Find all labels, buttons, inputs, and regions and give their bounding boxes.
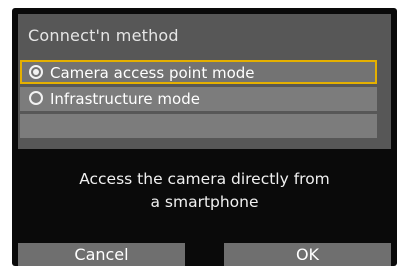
radio-unselected-icon <box>29 91 43 105</box>
option-camera-access-point-mode[interactable]: Camera access point mode <box>20 60 377 84</box>
option-empty-slot <box>20 114 377 138</box>
description-line-2: a smartphone <box>150 193 259 211</box>
option-infrastructure-mode[interactable]: Infrastructure mode <box>20 87 377 111</box>
radio-selected-icon <box>29 65 43 79</box>
option-label: Infrastructure mode <box>50 90 200 108</box>
option-label: Camera access point mode <box>50 64 255 82</box>
cancel-button[interactable]: Cancel <box>18 243 185 266</box>
ok-button[interactable]: OK <box>224 243 391 266</box>
camera-menu-screen: Connect'n method Camera access point mod… <box>12 8 397 266</box>
mode-description: Access the camera directly from a smartp… <box>32 168 377 214</box>
dialog-title: Connect'n method <box>28 26 179 45</box>
description-line-1: Access the camera directly from <box>79 170 330 188</box>
